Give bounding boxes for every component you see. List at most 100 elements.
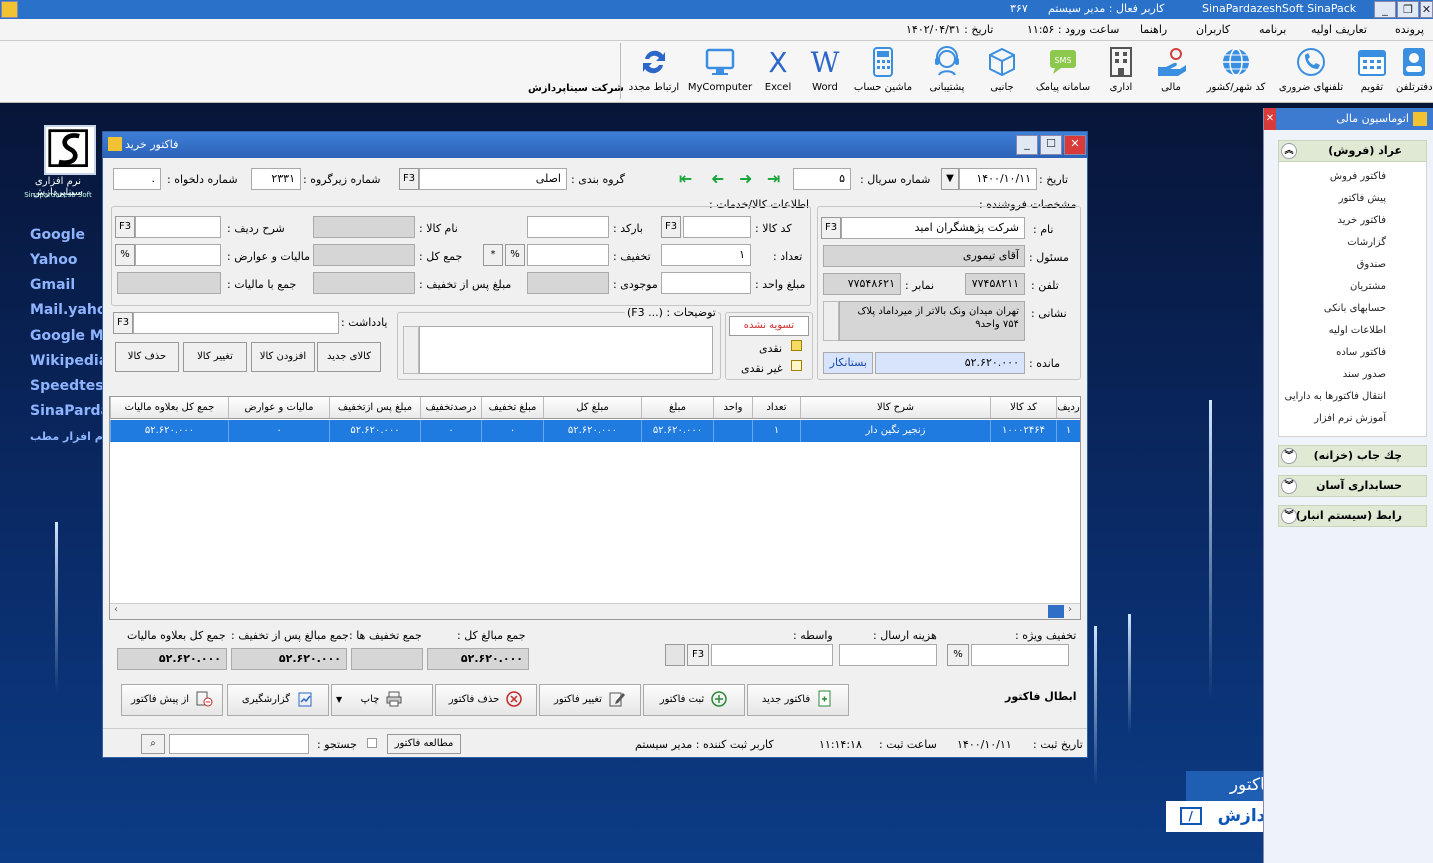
panel-item-proforma[interactable]: پیش فاکتور bbox=[1279, 188, 1426, 210]
scrollbar-thumb[interactable] bbox=[1048, 605, 1064, 618]
note-f3-button[interactable]: F3 bbox=[113, 312, 133, 334]
section-treasury[interactable]: چك جاب (خزانه) ︾ bbox=[1278, 445, 1427, 467]
subgroup-field[interactable]: ۲۳۳۱ bbox=[251, 168, 301, 190]
grid-horizontal-scrollbar[interactable]: ‹ › bbox=[110, 603, 1080, 619]
tool-phonebook[interactable]: دفترتلفن bbox=[1396, 45, 1433, 99]
next-record-icon[interactable]: ➜ bbox=[739, 169, 752, 188]
chevron-up-icon[interactable]: ︽ bbox=[1281, 143, 1297, 159]
tool-city-code[interactable]: کد شهر/کشور bbox=[1200, 45, 1272, 99]
scroll-right-icon[interactable]: › bbox=[1068, 604, 1072, 615]
tool-accessory[interactable]: جانبی bbox=[982, 45, 1022, 99]
tool-reconnect[interactable]: ارتباط مجدد bbox=[626, 45, 682, 99]
tool-sms[interactable]: SMS سامانه پیامک bbox=[1030, 45, 1096, 99]
first-record-icon[interactable]: ⇤ bbox=[679, 169, 692, 188]
tool-finance[interactable]: مالی bbox=[1150, 45, 1192, 99]
restore-button[interactable]: ❐ bbox=[1397, 1, 1419, 18]
desktop-link-yahoo[interactable]: Yahoo bbox=[30, 252, 78, 268]
goods-code-field[interactable] bbox=[683, 216, 751, 238]
report-button[interactable]: گزارشگیری bbox=[227, 684, 329, 716]
grid-header[interactable]: واحد bbox=[713, 397, 752, 419]
menu-item[interactable]: تعاریف اولیه bbox=[1311, 23, 1367, 36]
barcode-field[interactable] bbox=[527, 216, 609, 238]
discount-percent-button[interactable]: % bbox=[505, 244, 525, 266]
new-invoice-button[interactable]: فاکتور جدید bbox=[747, 684, 849, 716]
discount-field[interactable] bbox=[527, 244, 609, 266]
search-input[interactable] bbox=[169, 734, 309, 754]
tax-field[interactable] bbox=[135, 244, 221, 266]
grid-header[interactable]: مبلغ کل bbox=[543, 397, 641, 419]
tool-emergency-phones[interactable]: تلفنهای ضروری bbox=[1275, 45, 1347, 99]
desktop-link-speedtest[interactable]: Speedtest bbox=[30, 378, 110, 394]
special-discount-field[interactable] bbox=[971, 644, 1069, 666]
search-checkbox[interactable] bbox=[367, 738, 377, 748]
after-discount-sum-field[interactable]: ۵۲.۶۲۰.۰۰۰ bbox=[231, 648, 347, 670]
cancel-invoice-label[interactable]: ابطال فاکتور bbox=[1005, 690, 1077, 703]
balance-field[interactable]: ۵۲.۶۲۰.۰۰۰ bbox=[875, 352, 1025, 374]
date-field[interactable]: ۱۴۰۰/۱۰/۱۱ bbox=[959, 168, 1037, 190]
tool-support[interactable]: پشتیبانی bbox=[922, 45, 972, 99]
tool-excel[interactable]: X Excel bbox=[760, 45, 796, 99]
seller-f3-button[interactable]: F3 bbox=[821, 217, 841, 239]
serial-field[interactable]: ۵ bbox=[793, 168, 851, 190]
panel-item-sales-invoice[interactable]: فاکتور فروش bbox=[1279, 166, 1426, 188]
section-sales[interactable]: عراد (فروش) ︽ bbox=[1278, 140, 1427, 162]
previous-record-icon[interactable]: ➜ bbox=[711, 169, 724, 188]
menu-item[interactable]: راهنما bbox=[1140, 23, 1167, 36]
stock-field[interactable] bbox=[527, 272, 609, 294]
desktop-link-wikipedia[interactable]: Wikipedia bbox=[30, 353, 108, 369]
desktop-link-google[interactable]: Google bbox=[30, 227, 85, 243]
dialog-minimize-button[interactable]: _ bbox=[1016, 135, 1038, 155]
description-field[interactable] bbox=[419, 326, 713, 374]
address-field[interactable]: تهران میدان ونک بالاتر از میرداماد پلاک … bbox=[839, 301, 1025, 341]
close-app-button[interactable]: ✕ bbox=[1420, 1, 1433, 18]
print-dropdown-icon[interactable]: ▼ bbox=[336, 685, 342, 715]
section-accounting[interactable]: حسابداری آسان ︾ bbox=[1278, 475, 1427, 497]
broker-f3-button[interactable]: F3 bbox=[687, 644, 709, 666]
with-tax-field[interactable] bbox=[117, 272, 221, 294]
tool-calculator[interactable]: ماشین حساب bbox=[849, 45, 917, 99]
seller-name-field[interactable]: شرکت پژهشگران امید bbox=[841, 217, 1025, 239]
broker-extra-button[interactable] bbox=[665, 644, 685, 666]
panel-item-customers[interactable]: مشتریان bbox=[1279, 276, 1426, 298]
row-description-field[interactable] bbox=[135, 216, 221, 238]
panel-item-simple-invoice[interactable]: فاکتور ساده bbox=[1279, 342, 1426, 364]
panel-item-issue-document[interactable]: صدور سند bbox=[1279, 364, 1426, 386]
dialog-close-button[interactable]: ✕ bbox=[1064, 135, 1086, 155]
discount-multiply-button[interactable]: * bbox=[483, 244, 503, 266]
desktop-link-googlemaps[interactable]: Google M bbox=[30, 328, 104, 344]
custom-number-field[interactable]: . bbox=[113, 168, 161, 190]
goods-name-field[interactable] bbox=[313, 216, 415, 238]
special-discount-percent-button[interactable]: % bbox=[947, 644, 969, 666]
menu-item[interactable]: پرونده bbox=[1395, 23, 1424, 36]
date-dropdown-button[interactable]: ▼ bbox=[941, 168, 959, 190]
grid-header[interactable]: کد کالا bbox=[990, 397, 1056, 419]
scroll-left-icon[interactable]: ‹ bbox=[114, 604, 118, 615]
from-proforma-button[interactable]: از پیش فاکتور bbox=[121, 684, 223, 716]
menu-item[interactable]: کاربران bbox=[1196, 23, 1230, 36]
shipping-field[interactable] bbox=[839, 644, 937, 666]
grid-header[interactable]: مبلغ پس ازتخفیف bbox=[329, 397, 420, 419]
group-f3-button[interactable]: F3 bbox=[399, 168, 419, 190]
new-goods-button[interactable]: کالای جدید bbox=[317, 342, 381, 372]
tool-word[interactable]: W Word bbox=[806, 45, 844, 99]
minimize-button[interactable]: _ bbox=[1374, 1, 1396, 18]
cash-checkbox[interactable] bbox=[791, 340, 802, 351]
grid-header[interactable]: درصدتخفیف bbox=[420, 397, 481, 419]
change-goods-button[interactable]: تغییر کالا bbox=[183, 342, 247, 372]
responsible-field[interactable]: آقای تیموری bbox=[823, 245, 1025, 267]
note-field[interactable] bbox=[133, 312, 339, 334]
goods-f3-button[interactable]: F3 bbox=[661, 216, 681, 238]
edit-invoice-button[interactable]: تغییر فاکتور bbox=[539, 684, 641, 716]
grid-header[interactable]: تعداد bbox=[752, 397, 800, 419]
print-button[interactable]: ▼ چاپ bbox=[331, 684, 433, 716]
discount-sum-field[interactable] bbox=[351, 648, 423, 670]
menu-item[interactable]: برنامه bbox=[1259, 23, 1286, 36]
grand-total-field[interactable]: ۵۲.۶۲۰.۰۰۰ bbox=[117, 648, 227, 670]
broker-field[interactable] bbox=[711, 644, 833, 666]
phone-field[interactable]: ۷۷۴۵۸۲۱۱ bbox=[965, 273, 1025, 295]
delete-goods-button[interactable]: حذف کالا bbox=[115, 342, 179, 372]
panel-item-transfer[interactable]: انتقال فاکتورها به دارایی bbox=[1279, 386, 1426, 408]
fax-field[interactable]: ۷۷۵۴۸۶۲۱ bbox=[823, 273, 901, 295]
last-record-icon[interactable]: ⇥ bbox=[767, 169, 780, 188]
sum-total-field[interactable]: ۵۲.۶۲۰.۰۰۰ bbox=[427, 648, 529, 670]
